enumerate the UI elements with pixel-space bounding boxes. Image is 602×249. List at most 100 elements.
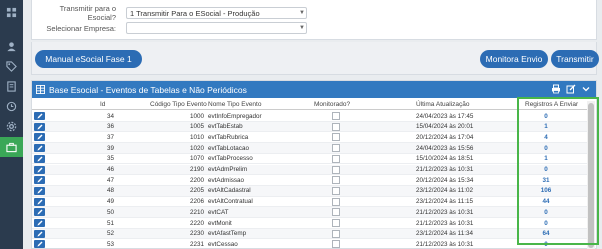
monitorado-checkbox[interactable]	[332, 219, 340, 227]
cell-id: 50	[106, 208, 114, 216]
sidebar	[0, 0, 23, 249]
cell-id: 39	[106, 144, 114, 152]
cell-nome: evtAltCadastral	[208, 187, 251, 195]
cell-ultima: 15/04/2024 às 20:01	[416, 123, 474, 131]
cell-codigo: 1010	[189, 133, 204, 141]
monitorado-checkbox[interactable]	[332, 229, 340, 238]
monitorado-checkbox[interactable]	[332, 133, 340, 142]
print-icon[interactable]	[551, 84, 561, 94]
briefcase-icon[interactable]	[0, 137, 23, 157]
cell-codigo: 2206	[189, 198, 204, 206]
table-icon	[36, 85, 45, 94]
edit-icon[interactable]	[566, 84, 576, 94]
monitorado-checkbox[interactable]	[332, 240, 340, 249]
table-row[interactable]: 35 1070 evtTabProcesso 15/10/2024 às 18:51 1	[32, 154, 588, 165]
cell-codigo: 2220	[189, 219, 204, 227]
cell-id: 48	[106, 187, 114, 195]
monitorado-checkbox[interactable]	[332, 197, 340, 206]
cell-nome: evtAdmPrelim	[208, 166, 248, 173]
table-row[interactable]: 46 2190 evtAdmPrelim 21/12/2023 às 10:31 0	[32, 164, 588, 176]
cell-ultima: 20/12/2024 às 17:04	[416, 133, 474, 141]
table-row[interactable]: 47 2200 evtAdmissao 20/12/2024 às 15:34 31	[32, 175, 588, 186]
table-row[interactable]: 52 2230 evtAfastTemp 23/12/2024 às 11:34 64	[32, 228, 588, 240]
transmitir-button[interactable]: Transmitir	[551, 50, 599, 68]
cell-ultima: 23/12/2024 às 11:02	[416, 187, 473, 195]
cell-nome: evtTabEstab	[208, 123, 243, 131]
monitorado-checkbox[interactable]	[332, 144, 340, 153]
cell-nome: evtAltContratual	[208, 198, 253, 206]
cell-id: 52	[106, 230, 114, 238]
cell-ultima: 24/04/2023 às 15:56	[416, 144, 474, 152]
table-row[interactable]: 37 1010 evtTabRubrica 20/12/2024 às 17:04 4	[32, 132, 588, 144]
cell-codigo: 2231	[189, 240, 204, 248]
transmitir-select-value: 1 Transmitir Para o ESocial - Produção	[130, 8, 260, 18]
monitorado-checkbox[interactable]	[332, 154, 340, 163]
panel-title: Base Esocial - Eventos de Tabelas e Não …	[49, 84, 247, 95]
table-row[interactable]: 53 2231 evtCessao 21/12/2023 às 10:31 0	[32, 239, 588, 249]
cell-ultima: 23/12/2024 às 11:34	[416, 230, 473, 238]
cell-nome: evtAdmissao	[208, 176, 245, 184]
monitorado-checkbox[interactable]	[332, 122, 340, 131]
cell-nome: evtAfastTemp	[208, 230, 247, 238]
cell-id: 37	[106, 133, 114, 141]
cell-codigo: 2190	[189, 166, 204, 173]
manual-esocial-button[interactable]: Manual eSocial Fase 1	[35, 50, 142, 68]
header-ultima: Última Atualização	[416, 101, 470, 108]
table-row[interactable]: 49 2206 evtAltContratual 23/12/2024 às 11:1…	[32, 197, 588, 208]
gear-icon[interactable]	[0, 116, 23, 136]
panel-header-icons	[551, 84, 591, 94]
cell-ultima: 21/12/2023 às 10:31	[416, 208, 474, 216]
table-row[interactable]: 39 1020 evtTabLotacao 24/04/2023 às 15:56 0	[32, 143, 588, 154]
cell-codigo: 2205	[189, 187, 204, 195]
cell-ultima: 21/12/2023 às 10:31	[416, 240, 474, 248]
table-row[interactable]: 36 1005 evtTabEstab 15/04/2024 às 20:01 1	[32, 121, 588, 133]
cell-ultima: 21/12/2023 às 10:31	[416, 166, 474, 173]
monitorado-checkbox[interactable]	[332, 165, 340, 174]
table-row[interactable]: 48 2205 evtAltCadastral 23/12/2024 às 11:02…	[32, 185, 588, 197]
table-row[interactable]: 51 2220 evtMonit 21/12/2023 às 10:31 0	[32, 218, 588, 229]
cell-codigo: 2230	[189, 230, 204, 238]
empresa-select[interactable]: ▼	[126, 22, 307, 34]
table-header: Id Código Tipo Evento Nome Tipo Evento M…	[32, 101, 588, 110]
chevron-down-icon[interactable]	[581, 84, 591, 94]
cell-ultima: 21/12/2023 às 10:31	[416, 219, 474, 227]
user-icon[interactable]	[0, 36, 23, 56]
cell-nome: evtTabLotacao	[208, 144, 249, 152]
registros-highlight-box	[517, 97, 599, 245]
cell-ultima: 15/10/2024 às 18:51	[416, 155, 474, 163]
cell-id: 53	[106, 240, 114, 248]
cell-nome: evtTabProcesso	[208, 155, 253, 163]
monitorado-checkbox[interactable]	[332, 208, 340, 217]
cell-codigo: 1070	[189, 155, 204, 163]
cell-ultima: 20/12/2024 às 15:34	[416, 176, 474, 184]
cell-id: 46	[106, 166, 114, 173]
transmitir-label: Transmitir para o Esocial?	[59, 4, 116, 22]
header-nome: Nome Tipo Evento	[208, 101, 262, 108]
transmitir-select[interactable]: 1 Transmitir Para o ESocial - Produção ▼	[126, 7, 307, 19]
header-codigo: Código Tipo Evento	[150, 101, 207, 108]
cell-ultima: 23/12/2024 às 11:15	[416, 198, 473, 206]
button-bar: Manual eSocial Fase 1 Monitora Envio Tra…	[31, 42, 599, 75]
table-row[interactable]: 34 1000 evtInfoEmpregador 24/04/2023 às 17:…	[32, 111, 588, 122]
cell-nome: evtCessao	[208, 240, 238, 248]
cell-id: 47	[106, 176, 114, 184]
cell-nome: evtCAT	[208, 208, 229, 216]
cell-nome: evtTabRubrica	[208, 133, 249, 141]
empresa-label: Selecionar Empresa:	[46, 23, 116, 33]
cell-codigo: 1020	[189, 144, 204, 152]
document-icon[interactable]	[0, 76, 23, 96]
clock-icon[interactable]	[0, 96, 23, 116]
form-panel: Transmitir para o Esocial? 1 Transmitir …	[31, 0, 597, 40]
cell-codigo: 2210	[189, 208, 204, 216]
dashboard-icon[interactable]	[0, 2, 23, 22]
table-row[interactable]: 50 2210 evtCAT 21/12/2023 às 10:31 0	[32, 207, 588, 218]
monitorado-checkbox[interactable]	[332, 112, 340, 120]
monitorado-checkbox[interactable]	[332, 176, 340, 185]
monitorado-checkbox[interactable]	[332, 186, 340, 195]
monitora-envio-button[interactable]: Monitora Envio	[480, 50, 548, 68]
tag-icon[interactable]	[0, 56, 23, 76]
cell-ultima: 24/04/2023 às 17:45	[416, 112, 474, 120]
cell-id: 34	[106, 112, 114, 120]
header-id: Id	[100, 101, 106, 108]
chevron-down-icon: ▼	[299, 10, 305, 16]
